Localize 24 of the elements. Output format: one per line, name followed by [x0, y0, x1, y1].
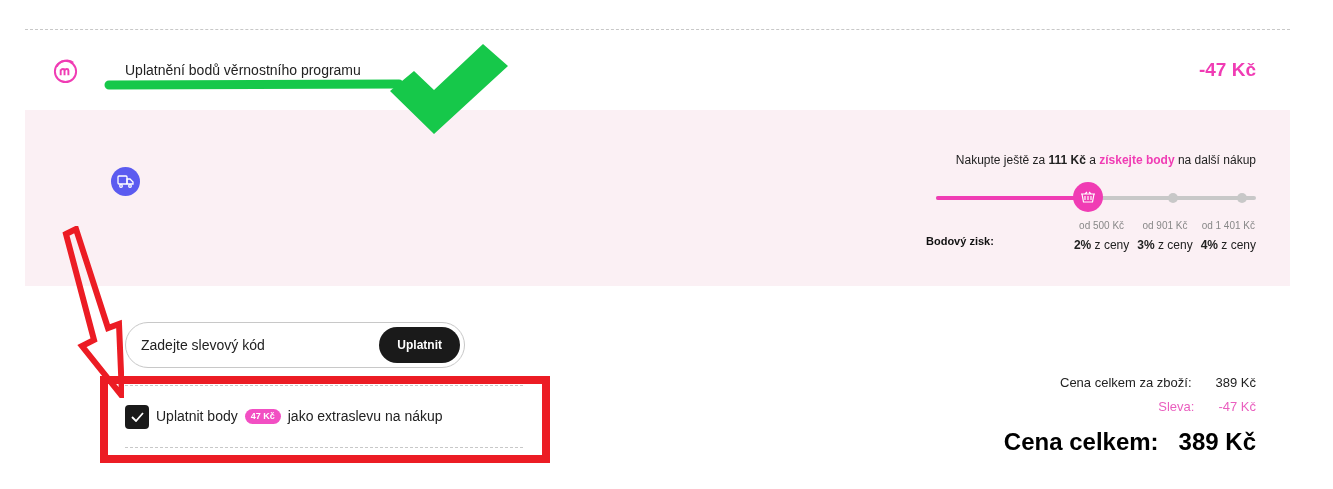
summary-value: 389 Kč — [1178, 427, 1256, 457]
points-gain-label: Bodový zisk: — [926, 234, 994, 249]
points-badge: 47 Kč — [244, 408, 281, 425]
tier-threshold: od 901 Kč — [1142, 219, 1188, 233]
loyalty-title: Uplatnění bodů věrnostního programu — [125, 60, 361, 80]
option-label: jako extraslevu na nákup — [287, 407, 443, 426]
summary-value: 389 Kč — [1215, 374, 1256, 392]
summary-label: Cena celkem: — [1003, 427, 1159, 457]
points-message: Nakupte ještě za 111 Kč a získejte body na další nákup — [955, 152, 1256, 169]
summary-label: Sleva: — [1158, 397, 1195, 416]
tier-rate: 3% z ceny — [1137, 237, 1193, 254]
tier-rate: 2% z ceny — [1073, 237, 1130, 254]
coupon-input[interactable]: Zadejte slevový kód — [141, 334, 380, 356]
points-checkbox[interactable] — [125, 404, 149, 429]
summary-value: -47 Kč — [1218, 397, 1256, 416]
apply-button[interactable]: Uplatnit — [379, 327, 460, 363]
tier-threshold: od 1 401 Kč — [1201, 219, 1255, 233]
option-label: Uplatnit body — [156, 407, 238, 426]
truck-icon — [111, 167, 140, 196]
checkmark-icon — [130, 411, 144, 422]
summary-label: Cena celkem za zboží: — [1060, 374, 1192, 392]
tier-rate: 4% z ceny — [1200, 237, 1256, 254]
tier-threshold: od 500 Kč — [1079, 219, 1125, 233]
loyalty-discount: -47 Kč — [1198, 57, 1256, 82]
